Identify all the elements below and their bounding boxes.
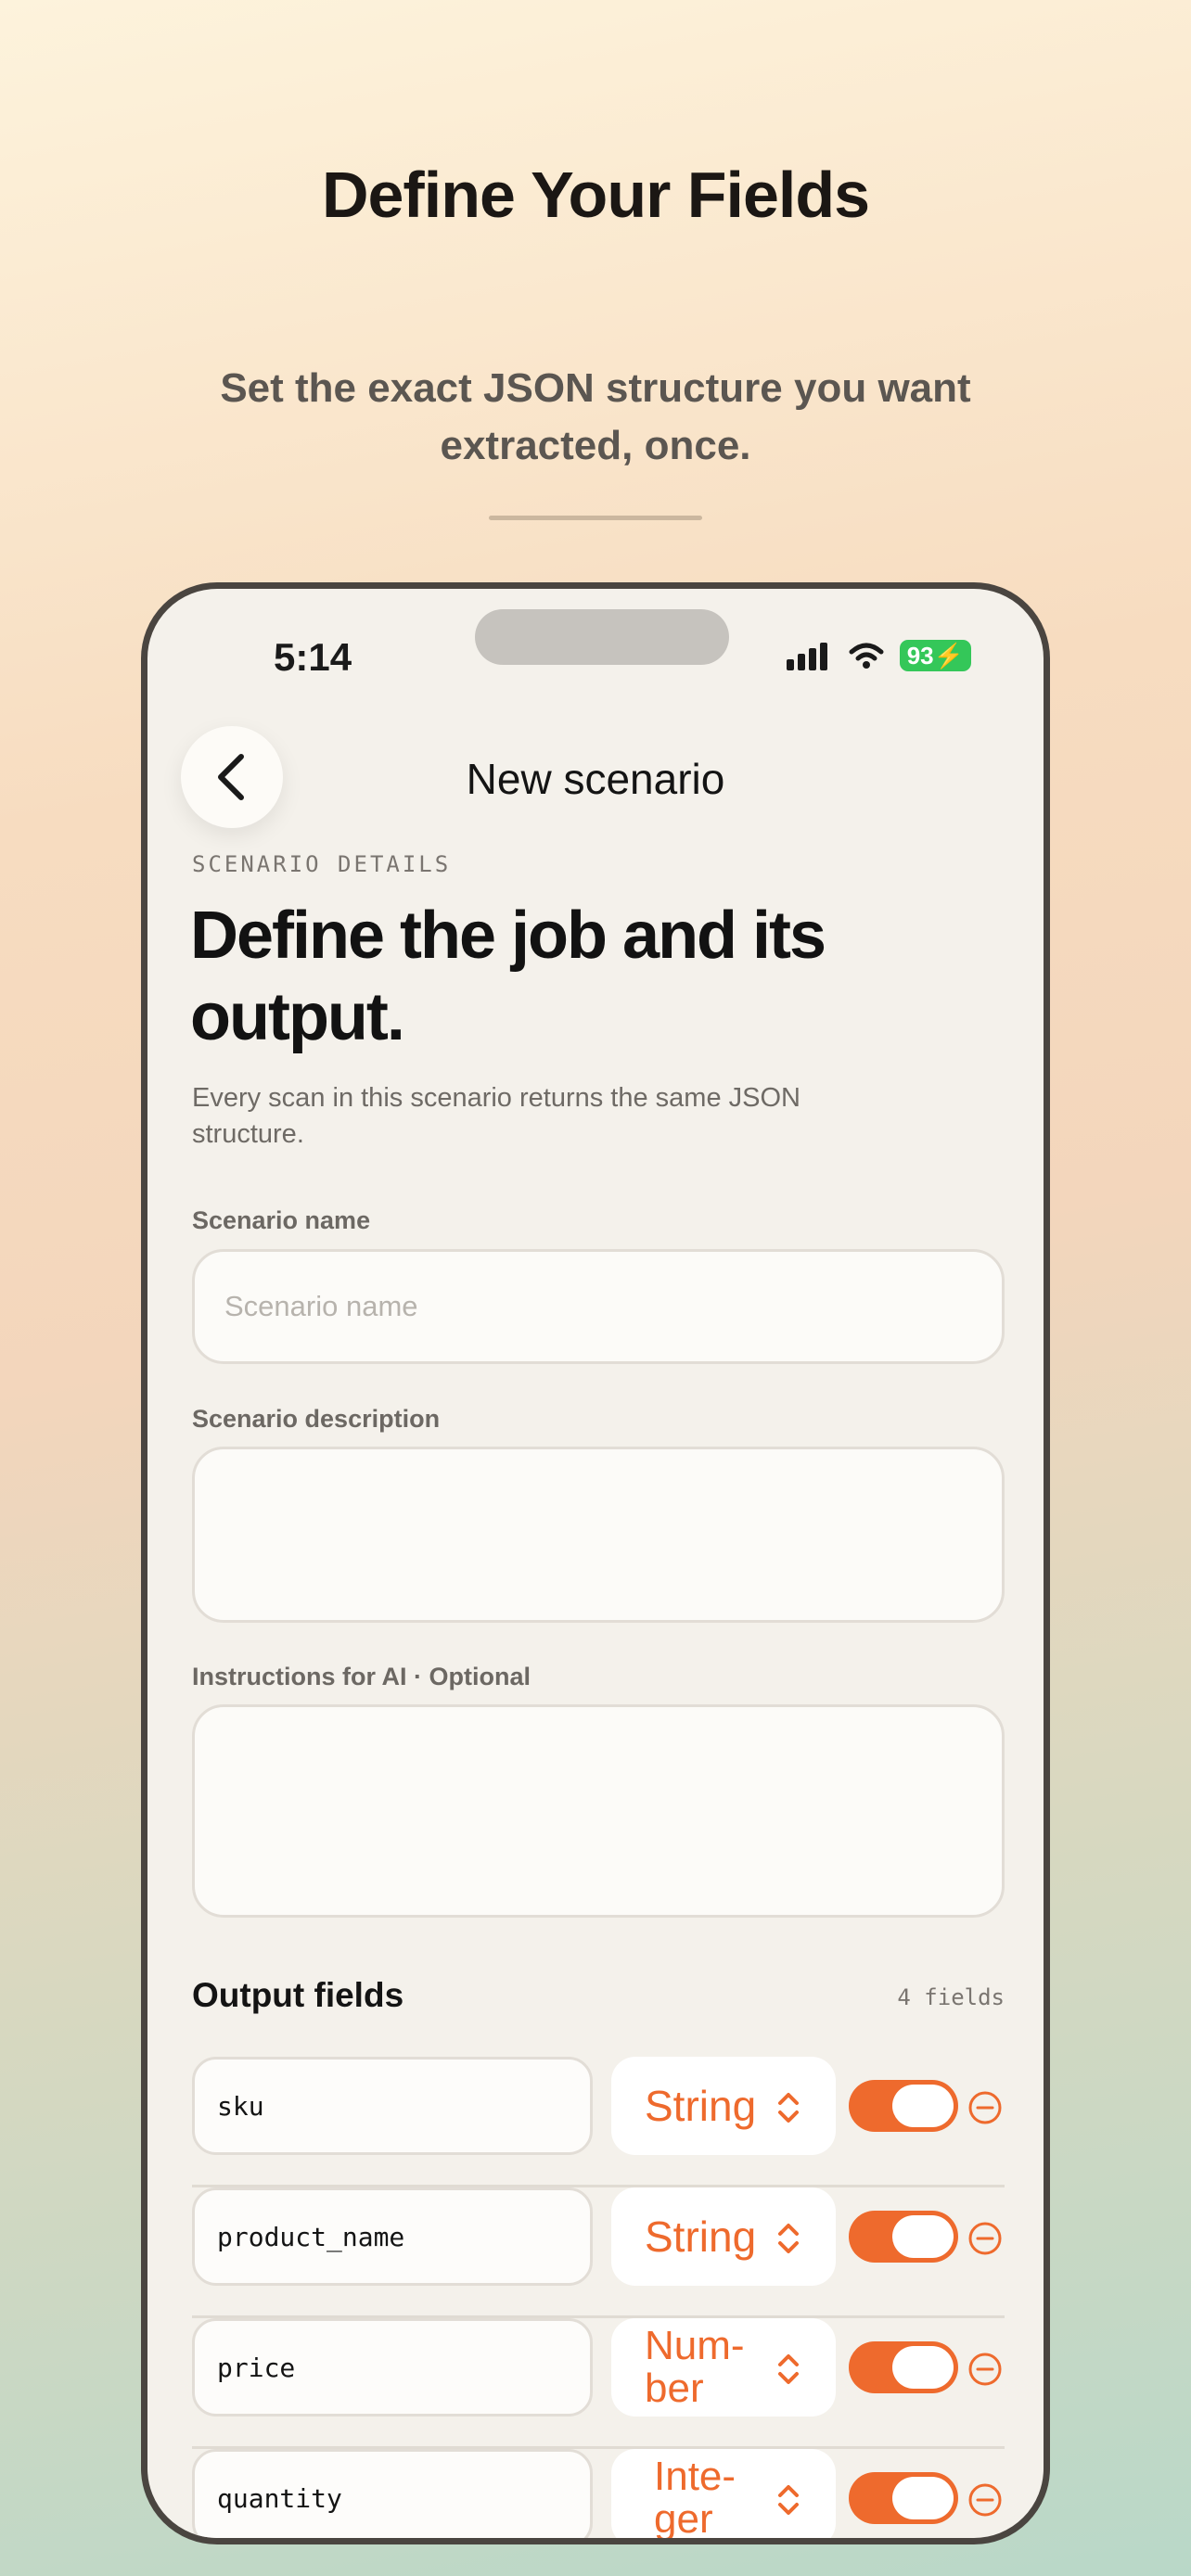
nav-title: New scenario <box>466 755 725 803</box>
scenario-description-field[interactable] <box>192 1447 1005 1623</box>
field-type-label: Num-ber <box>645 2323 745 2411</box>
field-enabled-toggle[interactable] <box>849 2472 958 2524</box>
field-type-select[interactable]: String <box>611 2057 836 2155</box>
instructions-field[interactable] <box>192 1704 1005 1918</box>
scenario-name-input[interactable]: Scenario name <box>192 1249 1005 1364</box>
section-eyebrow: SCENARIO DETAILS <box>192 851 452 877</box>
field-type-label: String <box>645 2213 757 2261</box>
battery-icon: 93⚡ <box>899 640 971 671</box>
field-enabled-toggle[interactable] <box>849 2341 958 2393</box>
field-type-label: Inte-ger <box>654 2454 736 2542</box>
signal-icon <box>786 643 827 670</box>
toggle-knob <box>892 2346 954 2389</box>
field-row: sku String <box>192 2057 1005 2187</box>
battery-level: 93 <box>906 642 934 670</box>
promo-divider <box>489 516 702 520</box>
field-name-input[interactable]: product_name <box>192 2187 593 2286</box>
field-enabled-toggle[interactable] <box>849 2211 958 2263</box>
page-lede: Every scan in this scenario returns the … <box>192 1083 800 1149</box>
remove-circle-icon[interactable] <box>967 2090 1003 2125</box>
field-enabled-toggle[interactable] <box>849 2080 958 2132</box>
field-type-label: String <box>645 2082 757 2130</box>
field-type-select[interactable]: Num-ber <box>611 2318 836 2417</box>
toggle-knob <box>892 2215 954 2258</box>
field-row: product_name String <box>192 2187 1005 2318</box>
remove-circle-icon[interactable] <box>967 2221 1003 2256</box>
dynamic-island <box>475 609 729 665</box>
remove-circle-icon[interactable] <box>967 2352 1003 2387</box>
toggle-knob <box>892 2477 954 2519</box>
field-name-input[interactable]: price <box>192 2318 593 2417</box>
scenario-name-label: Scenario name <box>192 1206 371 1234</box>
toggle-knob <box>892 2085 954 2127</box>
field-name-input[interactable]: sku <box>192 2057 593 2155</box>
chevron-up-down-icon <box>778 2485 799 2515</box>
chevron-up-down-icon <box>778 2093 799 2123</box>
field-name-input[interactable]: quantity <box>192 2449 593 2538</box>
chevron-up-down-icon <box>778 2224 799 2253</box>
field-row: quantity Inte-ger <box>192 2449 1005 2542</box>
field-type-select[interactable]: Inte-ger <box>611 2449 836 2542</box>
wifi-icon <box>849 643 884 669</box>
status-icons: 93⚡ <box>786 640 971 671</box>
instructions-label: Instructions for AI · Optional <box>192 1663 531 1690</box>
status-time: 5:14 <box>274 635 352 679</box>
field-row: price Num-ber <box>192 2318 1005 2449</box>
output-fields-title: Output fields <box>192 1976 404 2014</box>
scenario-description-label: Scenario description <box>192 1405 441 1433</box>
chevron-up-down-icon <box>778 2354 799 2384</box>
promo-title: Define Your Fields <box>321 159 870 231</box>
field-type-select[interactable]: String <box>611 2187 836 2286</box>
page-headline: Define the job and its output. <box>190 899 826 1054</box>
phone-frame: 5:14 93⚡ New scenario SCENARIO DETAILS D… <box>141 582 1050 2544</box>
promo-subtitle: Set the exact JSON structure you want ex… <box>220 365 971 468</box>
output-fields-count: 4 fields <box>897 1984 1005 2010</box>
remove-circle-icon[interactable] <box>967 2482 1003 2518</box>
